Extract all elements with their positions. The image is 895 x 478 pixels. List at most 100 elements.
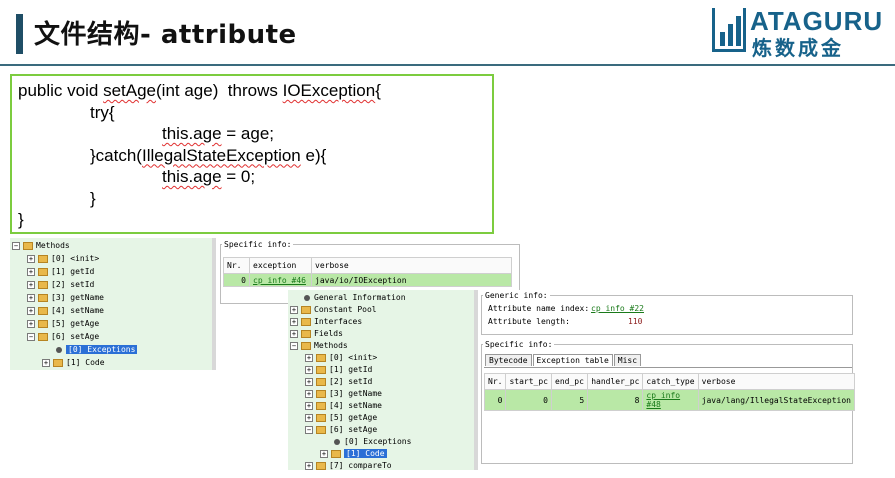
attr-name-index-link[interactable]: cp info #22: [591, 304, 644, 313]
tree-node[interactable]: + Constant Pool: [290, 304, 377, 316]
column-header[interactable]: end_pc: [550, 373, 589, 390]
tree-node[interactable]: + [4] setName: [27, 305, 104, 317]
column-header[interactable]: verbose: [311, 257, 512, 274]
table-cell: 5: [550, 389, 589, 411]
tree-node[interactable]: + [1] getId: [305, 364, 372, 376]
panel1-specific-info-label: Specific info:: [222, 240, 294, 249]
code-line: }: [18, 209, 24, 231]
expand-icon[interactable]: +: [27, 280, 35, 289]
collapse-icon[interactable]: −: [305, 425, 313, 434]
tree-node[interactable]: [0] Exceptions: [42, 344, 138, 356]
tree-node[interactable]: − [6] setAge: [305, 424, 377, 436]
tree-node-label: [0] <init>: [329, 353, 378, 362]
tab-exception-table[interactable]: Exception table: [532, 354, 613, 366]
code-token: = age;: [221, 124, 275, 143]
expand-icon[interactable]: +: [290, 305, 298, 314]
tree-node[interactable]: + [5] getAge: [27, 318, 99, 330]
tree-node[interactable]: + [7] compareTo: [305, 460, 392, 472]
generic-info-group: [481, 295, 853, 335]
folder-icon: [316, 413, 326, 422]
tree-node-label: Constant Pool: [314, 305, 377, 314]
expand-icon[interactable]: +: [305, 461, 313, 470]
column-header[interactable]: handler_pc: [587, 373, 644, 390]
expand-icon[interactable]: +: [27, 293, 35, 302]
expand-icon[interactable]: +: [27, 267, 35, 276]
code-line: }catch(IllegalStateException e){: [90, 145, 326, 167]
expand-icon[interactable]: +: [290, 317, 298, 326]
code-token: this.age: [162, 124, 222, 143]
column-header[interactable]: verbose: [697, 373, 856, 390]
tree-node[interactable]: + [0] <init>: [27, 253, 99, 265]
folder-icon: [38, 254, 48, 263]
tree-node[interactable]: + [1] Code: [42, 357, 105, 369]
tree-node[interactable]: + [3] getName: [27, 292, 104, 304]
table-cell[interactable]: cp info #46: [249, 273, 312, 287]
column-header[interactable]: exception: [249, 257, 312, 274]
expand-icon[interactable]: +: [42, 358, 50, 367]
table-row[interactable]: 0 0 5 8 cp info #48 java/lang/IllegalStateExc…: [483, 389, 856, 411]
expand-icon[interactable]: +: [290, 329, 298, 338]
expand-icon[interactable]: +: [305, 353, 313, 362]
column-header[interactable]: catch_type: [642, 373, 699, 390]
column-header[interactable]: Nr.: [223, 257, 250, 274]
collapse-icon[interactable]: −: [27, 332, 35, 341]
expand-icon[interactable]: +: [305, 389, 313, 398]
folder-icon: [316, 365, 326, 374]
folder-icon: [38, 306, 48, 315]
leaf-bullet-icon: [56, 346, 62, 353]
logo-mark-icon: [712, 8, 746, 52]
code-line: try{: [90, 102, 115, 124]
code-snippet-box: public void setAge(int age) throws IOExc…: [10, 74, 494, 234]
table-cell: 0: [223, 273, 250, 287]
tree-node[interactable]: + Fields: [290, 328, 343, 340]
tree-node[interactable]: + [0] <init>: [305, 352, 377, 364]
tree-node[interactable]: − Methods: [12, 240, 70, 252]
tab-misc[interactable]: Misc: [613, 354, 642, 366]
expand-icon[interactable]: +: [27, 319, 35, 328]
tree-node-label: [6] setAge: [329, 425, 378, 434]
leaf-bullet-icon: [304, 294, 310, 301]
tree-node[interactable]: − Methods: [290, 340, 348, 352]
tree-node[interactable]: General Information: [290, 292, 406, 304]
tree-node-label: [1] getId: [51, 267, 95, 276]
table-cell: 0: [483, 389, 507, 411]
tree-node[interactable]: + [1] getId: [27, 266, 94, 278]
expand-icon[interactable]: +: [320, 449, 328, 458]
collapse-icon[interactable]: −: [12, 241, 20, 250]
column-header[interactable]: start_pc: [505, 373, 552, 390]
ataguru-logo: ATAGURU 炼数成金: [712, 6, 884, 60]
code-token: e){: [300, 145, 327, 165]
expand-icon[interactable]: +: [305, 401, 313, 410]
collapse-icon[interactable]: −: [290, 341, 298, 350]
table-row[interactable]: 0 cp info #46 java/io/IOException: [223, 273, 512, 287]
expand-icon[interactable]: +: [305, 377, 313, 386]
expand-icon[interactable]: +: [305, 413, 313, 422]
slide-title: 文件结构- attribute: [34, 20, 297, 50]
folder-icon: [38, 280, 48, 289]
tree-node[interactable]: + [2] setId: [27, 279, 94, 291]
tree-node-label: [2] setId: [329, 377, 373, 386]
tree-node[interactable]: − [6] setAge: [27, 331, 99, 343]
code-token: = 0;: [221, 167, 256, 186]
expand-icon[interactable]: +: [27, 306, 35, 315]
folder-icon: [316, 401, 326, 410]
tree-node[interactable]: + [3] getName: [305, 388, 382, 400]
tree-node-label: [0] <init>: [51, 254, 100, 263]
tree-node[interactable]: + [1] Code: [320, 448, 387, 460]
tree-node-label: Interfaces: [314, 317, 363, 326]
tab-bytecode[interactable]: Bytecode: [485, 354, 532, 366]
header-divider: [0, 64, 895, 66]
expand-icon[interactable]: +: [305, 365, 313, 374]
tree-node-label: [0] Exceptions: [66, 345, 138, 354]
table-cell[interactable]: cp info #48: [642, 389, 699, 411]
tree-node[interactable]: + Interfaces: [290, 316, 362, 328]
tree-node[interactable]: + [2] setId: [305, 376, 372, 388]
panel1-exceptions-table: Nr. exception verbose 0 cp info #46 java/io/I…: [223, 257, 512, 287]
tree-node-label: [1] Code: [66, 358, 105, 367]
expand-icon[interactable]: +: [27, 254, 35, 263]
tree-node[interactable]: + [5] getAge: [305, 412, 377, 424]
tree-node[interactable]: + [4] setName: [305, 400, 382, 412]
column-header[interactable]: Nr.: [483, 373, 507, 390]
tree-node-label: [3] getName: [329, 389, 382, 398]
tree-node[interactable]: [0] Exceptions: [320, 436, 411, 448]
